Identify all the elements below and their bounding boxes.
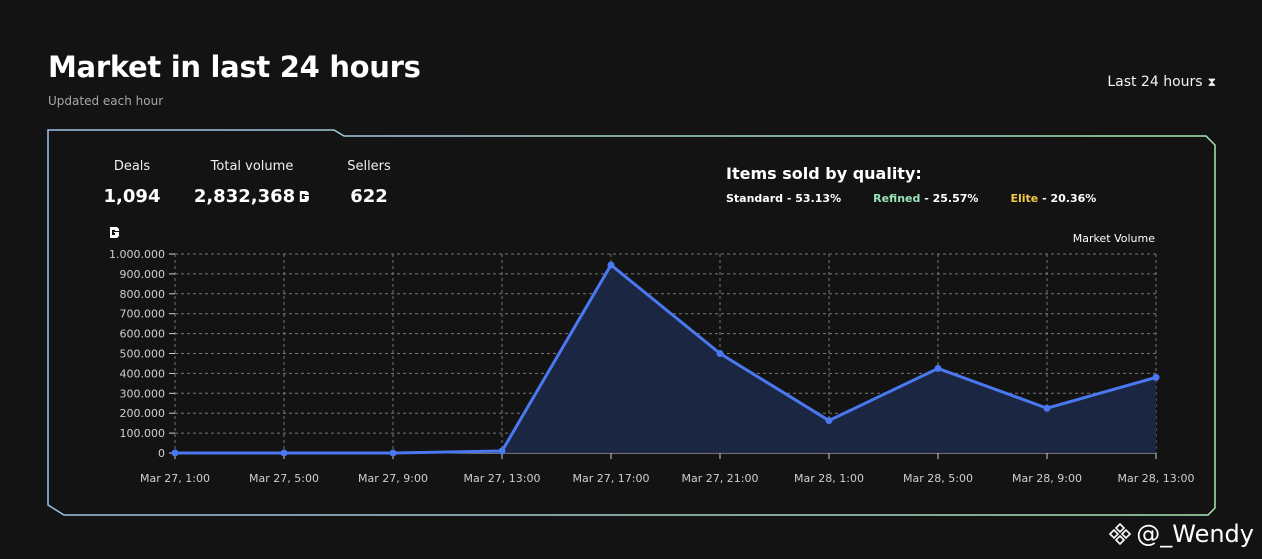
y-tick-label: 300.000 (120, 387, 166, 400)
x-tick-label: Mar 27, 13:00 (464, 472, 541, 485)
watermark: @_Wendy (1108, 520, 1254, 548)
data-point[interactable] (825, 417, 833, 425)
y-tick-label: 0 (158, 447, 165, 460)
chart-coin-icon (110, 227, 119, 238)
data-point[interactable] (607, 261, 615, 269)
chart-legend-label: Market Volume (1073, 232, 1155, 245)
series-area (175, 264, 1156, 453)
y-tick-label: 400.000 (120, 367, 166, 380)
y-tick-label: 600.000 (120, 328, 166, 341)
data-point[interactable] (389, 449, 397, 457)
x-tick-label: Mar 28, 9:00 (1012, 472, 1082, 485)
data-point[interactable] (171, 449, 179, 457)
data-point[interactable] (716, 350, 724, 357)
x-tick-label: Mar 28, 5:00 (903, 472, 973, 485)
x-tick-label: Mar 27, 9:00 (358, 472, 428, 485)
chart-series (171, 261, 1160, 457)
y-tick-label: 500.000 (120, 348, 166, 361)
data-point[interactable] (498, 447, 506, 455)
y-tick-label: 200.000 (120, 407, 166, 420)
x-tick-label: Mar 27, 21:00 (682, 472, 759, 485)
market-volume-chart: Market Volume 0 100.000 200.000 300.000 400.… (109, 227, 1194, 485)
x-tick-label: Mar 27, 1:00 (140, 472, 210, 485)
y-tick-label: 900.000 (120, 268, 166, 281)
y-axis-ticks: 0 100.000 200.000 300.000 400.000 500.000 600.… (109, 248, 175, 460)
data-point[interactable] (1152, 373, 1160, 381)
x-axis-ticks: Mar 27, 1:00 Mar 27, 5:00 Mar 27, 9:00 Mar … (140, 453, 1194, 485)
binance-logo-icon (1109, 522, 1132, 546)
x-tick-label: Mar 28, 13:00 (1118, 472, 1195, 485)
data-point[interactable] (1043, 404, 1051, 412)
data-point[interactable] (280, 449, 288, 457)
y-tick-label: 700.000 (120, 308, 166, 321)
y-tick-label: 1.000.000 (109, 248, 165, 261)
y-tick-label: 100.000 (120, 427, 166, 440)
x-tick-label: Mar 27, 17:00 (573, 472, 650, 485)
y-tick-label: 800.000 (120, 288, 166, 301)
data-point[interactable] (934, 364, 942, 372)
watermark-text: @_Wendy (1136, 520, 1254, 548)
x-tick-label: Mar 28, 1:00 (794, 472, 864, 485)
x-tick-label: Mar 27, 5:00 (249, 472, 319, 485)
